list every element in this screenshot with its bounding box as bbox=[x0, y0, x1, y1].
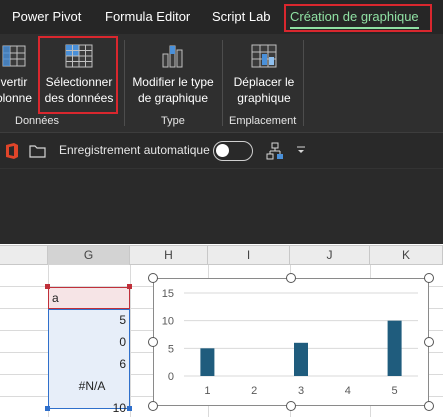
change-chart-type-line1: Modifier le type bbox=[132, 75, 214, 89]
chart-resize-handle[interactable] bbox=[286, 273, 296, 283]
y-tick-label: 15 bbox=[162, 288, 174, 300]
column-chart: 0 5 10 15 1 2 3 4 5 bbox=[162, 288, 418, 397]
group-separator bbox=[222, 40, 223, 126]
move-chart-icon bbox=[251, 44, 277, 68]
tab-script-lab[interactable]: Script Lab bbox=[212, 0, 271, 34]
switch-row-column-label: vertir olonne bbox=[0, 74, 40, 106]
cell-g-value[interactable]: 6 bbox=[48, 353, 130, 375]
switch-row-column-line2: olonne bbox=[0, 91, 33, 105]
chart-resize-handle[interactable] bbox=[286, 401, 296, 411]
x-tick-label: 3 bbox=[298, 385, 304, 397]
switch-row-column-button[interactable]: vertir olonne bbox=[0, 34, 40, 116]
ribbon-panel: vertir olonne Sélectionner des données D… bbox=[0, 34, 443, 132]
y-tick-label: 5 bbox=[168, 343, 174, 355]
highlight-box-select-data bbox=[38, 36, 118, 114]
formula-bar-area bbox=[0, 168, 443, 244]
quick-access-toolbar: Enregistrement automatique bbox=[0, 132, 443, 168]
switch-row-column-line1: vertir bbox=[0, 75, 28, 89]
chart-resize-handle[interactable] bbox=[424, 273, 434, 283]
chart-resize-handle[interactable] bbox=[148, 273, 158, 283]
customize-dropdown-icon[interactable] bbox=[296, 145, 306, 155]
x-tick-label: 2 bbox=[251, 385, 257, 397]
column-header-i[interactable]: I bbox=[208, 246, 290, 265]
group-separator bbox=[303, 40, 304, 126]
office-icon[interactable] bbox=[4, 142, 20, 160]
x-tick-label: 4 bbox=[345, 385, 351, 397]
ribbon-tab-bar: Power Pivot Formula Editor Script Lab Cr… bbox=[0, 0, 443, 34]
autosave-toggle-knob bbox=[216, 144, 229, 157]
column-header-bar: G H I J K bbox=[0, 245, 443, 265]
column-header-k[interactable]: K bbox=[370, 246, 443, 265]
change-chart-type-label: Modifier le type de graphique bbox=[126, 74, 220, 106]
move-chart-line1: Déplacer le bbox=[233, 75, 295, 89]
move-chart-line2: graphique bbox=[237, 91, 291, 105]
chart-object[interactable]: 0 5 10 15 1 2 3 4 5 bbox=[153, 278, 429, 406]
autosave-toggle[interactable] bbox=[213, 141, 253, 161]
y-tick-label: 0 bbox=[168, 371, 174, 383]
column-header-g[interactable]: G bbox=[48, 246, 130, 265]
tab-formula-editor[interactable]: Formula Editor bbox=[105, 0, 190, 34]
bar bbox=[294, 342, 308, 376]
bar bbox=[200, 348, 215, 376]
chart-resize-handle[interactable] bbox=[424, 337, 434, 347]
cell-g-series-name[interactable]: a bbox=[48, 287, 130, 309]
y-tick-label: 10 bbox=[162, 316, 174, 328]
group-label-type: Type bbox=[161, 115, 185, 127]
column-header-h[interactable]: H bbox=[130, 246, 208, 265]
cell-g-value[interactable]: 0 bbox=[48, 331, 130, 353]
cell-g-value[interactable]: 5 bbox=[48, 309, 130, 331]
change-chart-type-button[interactable]: Modifier le type de graphique bbox=[126, 34, 220, 116]
bar bbox=[387, 320, 402, 376]
tab-power-pivot[interactable]: Power Pivot bbox=[12, 0, 81, 34]
move-chart-label: Déplacer le graphique bbox=[226, 74, 302, 106]
switch-row-column-icon bbox=[2, 45, 26, 67]
x-tick-label: 1 bbox=[204, 385, 210, 397]
change-chart-type-icon bbox=[162, 45, 183, 68]
group-label-location: Emplacement bbox=[229, 115, 297, 127]
change-chart-type-line2: de graphique bbox=[137, 91, 209, 105]
folder-icon[interactable] bbox=[29, 144, 47, 158]
move-chart-button[interactable]: Déplacer le graphique bbox=[226, 34, 302, 116]
highlight-box-tab bbox=[284, 4, 432, 32]
column-header-filler bbox=[0, 246, 48, 265]
hierarchy-icon[interactable] bbox=[266, 142, 284, 160]
chart-resize-handle[interactable] bbox=[424, 401, 434, 411]
group-separator bbox=[124, 40, 125, 126]
cell-g-error[interactable]: #N/A bbox=[48, 375, 130, 397]
chart-resize-handle[interactable] bbox=[148, 337, 158, 347]
x-tick-label: 5 bbox=[392, 385, 398, 397]
autosave-label: Enregistrement automatique bbox=[59, 143, 210, 157]
cell-g-value[interactable]: 10 bbox=[48, 397, 130, 417]
chart-resize-handle[interactable] bbox=[148, 401, 158, 411]
column-header-j[interactable]: J bbox=[290, 246, 370, 265]
group-label-data: Données bbox=[15, 115, 60, 127]
